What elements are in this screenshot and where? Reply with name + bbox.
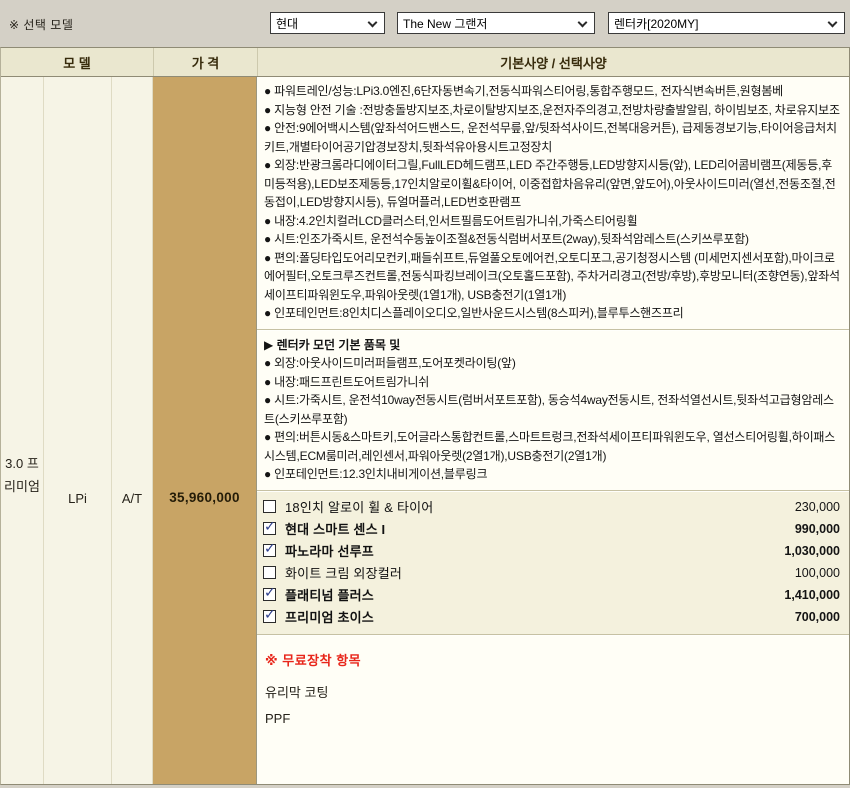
base-spec-block: ● 파워트레인/성능:LPi3.0엔진,6단자동변속기,전동식파워스티어링,통합… [257, 77, 849, 329]
free-items-section: ※ 무료장착 항목 유리막 코팅 PPF [257, 636, 849, 785]
option-checkbox[interactable]: ✓ [263, 610, 276, 623]
modelyear-dropdown-value: 렌터카[2020MY] [614, 15, 698, 32]
option-price: 230,000 [795, 500, 840, 514]
option-price: 700,000 [795, 610, 840, 624]
option-list: ✓ 18인치 알로이 휠 & 타이어 230,000 ✓ 현대 스마트 센스 I… [257, 492, 849, 634]
option-row: ✓ 플래티넘 플러스 1,410,000 [257, 584, 849, 606]
option-price: 1,410,000 [784, 588, 840, 602]
trim-cell: 3.0 프리미엄 [1, 77, 44, 784]
option-label: 파노라마 선루프 [285, 541, 374, 560]
check-icon: ✓ [264, 541, 276, 555]
spec-line: ● 파워트레인/성능:LPi3.0엔진,6단자동변속기,전동식파워스티어링,통합… [264, 82, 841, 101]
rental-spec-block: ▶ 렌터카 모던 기본 품목 및 ● 외장:아웃사이드미러퍼들램프,도어포켓라이… [257, 331, 849, 490]
option-row: ✓ 프리미엄 초이스 700,000 [257, 606, 849, 628]
option-price: 1,030,000 [784, 544, 840, 558]
spec-line: ● 시트:가죽시트, 운전석10way전동시트(럼버서포트포함), 동승석4wa… [264, 391, 841, 428]
spec-line: ● 시트:인조가죽시트, 운전석수동높이조절&전동식럼버서포트(2way),뒷좌… [264, 230, 841, 249]
spec-line: ● 편의:버튼시동&스마트키,도어글라스통합컨트롤,스마트트렁크,전좌석세이프티… [264, 428, 841, 465]
option-checkbox[interactable]: ✓ [263, 522, 276, 535]
spec-line: ● 인포테인먼트:12.3인치내비게이션,블루링크 [264, 465, 841, 484]
spec-line: ● 편의:폴딩타입도어리모컨키,패들쉬프트,듀얼풀오토에어컨,오토디포그,공기청… [264, 249, 841, 305]
rental-spec-title: ▶ 렌터카 모던 기본 품목 및 [264, 336, 841, 355]
check-icon: ✓ [264, 607, 276, 621]
spec-line: ● 외장:반광크롬라디에이터그릴,FullLED헤드램프,LED 주간주행등,L… [264, 156, 841, 212]
vehicle-spec-page: ※ 선택 모델 현대 The New 그랜저 렌터카[2020MY] 모 델 가… [0, 0, 850, 788]
spec-line: ● 인포테인먼트:8인치디스플레이오디오,일반사운드시스템(8스피커),블루투스… [264, 304, 841, 323]
trim-label: 3.0 프리미엄 [1, 452, 43, 498]
free-items-title: ※ 무료장착 항목 [265, 650, 841, 669]
transmission-cell: A/T [112, 77, 153, 784]
option-price: 100,000 [795, 566, 840, 580]
table-header: 모 델 가 격 기본사양 / 선택사양 [1, 48, 849, 77]
spec-table: 모 델 가 격 기본사양 / 선택사양 3.0 프리미엄 LPi A/T 35,… [0, 47, 850, 785]
modelyear-dropdown[interactable]: 렌터카[2020MY] [608, 12, 845, 34]
model-dropdown[interactable]: The New 그랜저 [397, 12, 595, 34]
spec-content-column: ● 파워트레인/성능:LPi3.0엔진,6단자동변속기,전동식파워스티어링,통합… [257, 77, 849, 784]
option-row: ✓ 파노라마 선루프 1,030,000 [257, 540, 849, 562]
option-label: 현대 스마트 센스 I [285, 519, 385, 538]
chevron-down-icon [828, 18, 838, 28]
option-price: 990,000 [795, 522, 840, 536]
option-checkbox[interactable]: ✓ [263, 566, 276, 579]
option-label: 플래티넘 플러스 [285, 585, 374, 604]
table-body: 3.0 프리미엄 LPi A/T 35,960,000 ● 파워트레인/성능:L… [1, 77, 849, 784]
fuel-label: LPi [44, 491, 111, 506]
free-item: 유리막 코팅 [265, 680, 841, 706]
brand-dropdown[interactable]: 현대 [270, 12, 385, 34]
chevron-down-icon [578, 18, 588, 28]
spec-line: ● 지능형 안전 기술 :전방충돌방지보조,차로이탈방지보조,운전자주의경고,전… [264, 101, 841, 120]
check-icon: ✓ [264, 585, 276, 599]
option-checkbox[interactable]: ✓ [263, 588, 276, 601]
option-checkbox[interactable]: ✓ [263, 500, 276, 513]
spec-line: ● 내장:패드프린트도어트림가니쉬 [264, 373, 841, 392]
option-label: 화이트 크림 외장컬러 [285, 563, 402, 582]
model-dropdown-value: The New 그랜저 [403, 15, 487, 32]
spec-line: ● 외장:아웃사이드미러퍼들램프,도어포켓라이팅(앞) [264, 354, 841, 373]
brand-dropdown-value: 현대 [276, 15, 298, 32]
option-label: 프리미엄 초이스 [285, 607, 374, 626]
chevron-down-icon [368, 18, 378, 28]
header-price: 가 격 [153, 48, 257, 76]
model-select-bar: ※ 선택 모델 현대 The New 그랜저 렌터카[2020MY] [0, 0, 850, 47]
option-row: ✓ 화이트 크림 외장컬러 100,000 [257, 562, 849, 584]
option-checkbox[interactable]: ✓ [263, 544, 276, 557]
check-icon: ✓ [264, 519, 276, 533]
header-spec: 기본사양 / 선택사양 [257, 48, 849, 76]
select-model-label: ※ 선택 모델 [9, 16, 73, 33]
free-item: PPF [265, 706, 841, 732]
price-cell: 35,960,000 [153, 77, 257, 784]
price-value: 35,960,000 [153, 490, 256, 505]
transmission-label: A/T [112, 491, 152, 506]
header-model: 모 델 [1, 48, 153, 76]
option-row: ✓ 현대 스마트 센스 I 990,000 [257, 518, 849, 540]
option-row: ✓ 18인치 알로이 휠 & 타이어 230,000 [257, 496, 849, 518]
option-label: 18인치 알로이 휠 & 타이어 [285, 497, 433, 516]
fuel-cell: LPi [44, 77, 112, 784]
spec-line: ● 안전:9에어백시스템(앞좌석어드밴스드, 운전석무릎,앞/뒷좌석사이드,전복… [264, 119, 841, 156]
spec-line: ● 내장:4.2인치컬러LCD클러스터,인서트필름도어트림가니쉬,가죽스티어링휠 [264, 212, 841, 231]
